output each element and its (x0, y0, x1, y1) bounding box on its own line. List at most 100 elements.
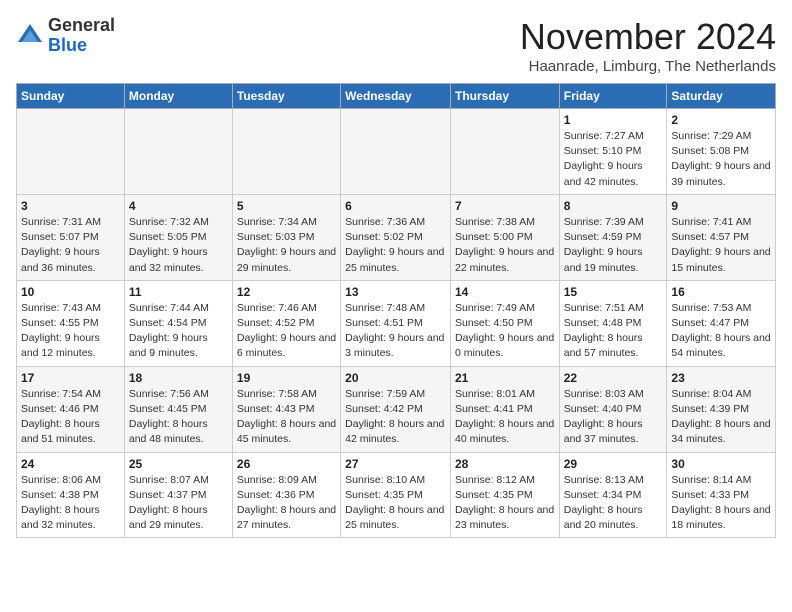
day-info: Sunrise: 7:56 AM Sunset: 4:45 PM Dayligh… (129, 387, 228, 448)
day-info: Sunrise: 7:36 AM Sunset: 5:02 PM Dayligh… (345, 215, 446, 276)
calendar-day-cell: 24 Sunrise: 8:06 AM Sunset: 4:38 PM Dayli… (17, 452, 125, 538)
logo: General Blue (16, 16, 115, 56)
day-number: 13 (345, 285, 446, 299)
day-info: Sunrise: 7:34 AM Sunset: 5:03 PM Dayligh… (237, 215, 336, 276)
day-number: 11 (129, 285, 228, 299)
weekday-header: Wednesday (341, 84, 451, 109)
day-number: 19 (237, 371, 336, 385)
title-block: November 2024 Haanrade, Limburg, The Net… (520, 16, 776, 75)
calendar-day-cell: 25 Sunrise: 8:07 AM Sunset: 4:37 PM Dayli… (124, 452, 232, 538)
day-number: 24 (21, 457, 120, 471)
day-number: 4 (129, 199, 228, 213)
day-info: Sunrise: 7:48 AM Sunset: 4:51 PM Dayligh… (345, 301, 446, 362)
logo-general: General (48, 15, 115, 35)
calendar-day-cell: 12 Sunrise: 7:46 AM Sunset: 4:52 PM Dayli… (232, 280, 340, 366)
calendar-day-cell: 23Sunrise: 8:04 AM Sunset: 4:39 PM Dayli… (667, 366, 776, 452)
header: General Blue November 2024 Haanrade, Lim… (16, 16, 776, 75)
day-info: Sunrise: 7:49 AM Sunset: 4:50 PM Dayligh… (455, 301, 555, 362)
weekday-header: Saturday (667, 84, 776, 109)
day-number: 17 (21, 371, 120, 385)
calendar-week-row: 1 Sunrise: 7:27 AM Sunset: 5:10 PM Daylig… (17, 109, 776, 195)
calendar-day-cell (341, 109, 451, 195)
day-number: 25 (129, 457, 228, 471)
calendar-day-cell: 20 Sunrise: 7:59 AM Sunset: 4:42 PM Dayli… (341, 366, 451, 452)
day-number: 5 (237, 199, 336, 213)
logo-text: General Blue (48, 16, 115, 56)
calendar-week-row: 3 Sunrise: 7:31 AM Sunset: 5:07 PM Daylig… (17, 194, 776, 280)
calendar-table: SundayMondayTuesdayWednesdayThursdayFrid… (16, 83, 776, 538)
weekday-header: Tuesday (232, 84, 340, 109)
day-info: Sunrise: 8:03 AM Sunset: 4:40 PM Dayligh… (564, 387, 663, 448)
calendar-day-cell: 11Sunrise: 7:44 AM Sunset: 4:54 PM Dayli… (124, 280, 232, 366)
day-info: Sunrise: 7:31 AM Sunset: 5:07 PM Dayligh… (21, 215, 120, 276)
day-info: Sunrise: 8:09 AM Sunset: 4:36 PM Dayligh… (237, 473, 336, 534)
calendar-day-cell: 3 Sunrise: 7:31 AM Sunset: 5:07 PM Daylig… (17, 194, 125, 280)
month-title: November 2024 (520, 16, 776, 58)
day-number: 10 (21, 285, 120, 299)
calendar-day-cell: 13 Sunrise: 7:48 AM Sunset: 4:51 PM Dayli… (341, 280, 451, 366)
day-info: Sunrise: 7:27 AM Sunset: 5:10 PM Dayligh… (564, 129, 663, 190)
day-info: Sunrise: 8:14 AM Sunset: 4:33 PM Dayligh… (671, 473, 771, 534)
logo-icon (16, 22, 44, 50)
day-info: Sunrise: 7:58 AM Sunset: 4:43 PM Dayligh… (237, 387, 336, 448)
calendar-day-cell: 27Sunrise: 8:10 AM Sunset: 4:35 PM Dayli… (341, 452, 451, 538)
calendar-day-cell: 1 Sunrise: 7:27 AM Sunset: 5:10 PM Daylig… (559, 109, 667, 195)
day-number: 8 (564, 199, 663, 213)
calendar-day-cell: 15 Sunrise: 7:51 AM Sunset: 4:48 PM Dayli… (559, 280, 667, 366)
day-info: Sunrise: 7:46 AM Sunset: 4:52 PM Dayligh… (237, 301, 336, 362)
weekday-header: Friday (559, 84, 667, 109)
day-number: 9 (671, 199, 771, 213)
calendar-day-cell (17, 109, 125, 195)
calendar-day-cell: 17 Sunrise: 7:54 AM Sunset: 4:46 PM Dayli… (17, 366, 125, 452)
day-number: 15 (564, 285, 663, 299)
calendar-day-cell: 6Sunrise: 7:36 AM Sunset: 5:02 PM Daylig… (341, 194, 451, 280)
calendar-day-cell: 4 Sunrise: 7:32 AM Sunset: 5:05 PM Daylig… (124, 194, 232, 280)
day-info: Sunrise: 7:51 AM Sunset: 4:48 PM Dayligh… (564, 301, 663, 362)
day-info: Sunrise: 7:59 AM Sunset: 4:42 PM Dayligh… (345, 387, 446, 448)
day-number: 2 (671, 113, 771, 127)
calendar-day-cell: 8 Sunrise: 7:39 AM Sunset: 4:59 PM Daylig… (559, 194, 667, 280)
calendar-day-cell: 18 Sunrise: 7:56 AM Sunset: 4:45 PM Dayli… (124, 366, 232, 452)
day-number: 3 (21, 199, 120, 213)
day-info: Sunrise: 7:32 AM Sunset: 5:05 PM Dayligh… (129, 215, 228, 276)
day-number: 18 (129, 371, 228, 385)
day-info: Sunrise: 7:39 AM Sunset: 4:59 PM Dayligh… (564, 215, 663, 276)
day-number: 26 (237, 457, 336, 471)
logo-blue: Blue (48, 35, 87, 55)
calendar-week-row: 24 Sunrise: 8:06 AM Sunset: 4:38 PM Dayli… (17, 452, 776, 538)
day-info: Sunrise: 8:07 AM Sunset: 4:37 PM Dayligh… (129, 473, 228, 534)
calendar-day-cell: 10 Sunrise: 7:43 AM Sunset: 4:55 PM Dayli… (17, 280, 125, 366)
day-number: 16 (671, 285, 771, 299)
day-number: 20 (345, 371, 446, 385)
day-number: 12 (237, 285, 336, 299)
day-number: 21 (455, 371, 555, 385)
day-info: Sunrise: 7:29 AM Sunset: 5:08 PM Dayligh… (671, 129, 771, 190)
day-info: Sunrise: 8:04 AM Sunset: 4:39 PM Dayligh… (671, 387, 771, 448)
weekday-header: Thursday (450, 84, 559, 109)
calendar-day-cell: 7Sunrise: 7:38 AM Sunset: 5:00 PM Daylig… (450, 194, 559, 280)
day-info: Sunrise: 7:54 AM Sunset: 4:46 PM Dayligh… (21, 387, 120, 448)
calendar-day-cell: 28Sunrise: 8:12 AM Sunset: 4:35 PM Dayli… (450, 452, 559, 538)
calendar-day-cell (232, 109, 340, 195)
day-info: Sunrise: 8:06 AM Sunset: 4:38 PM Dayligh… (21, 473, 120, 534)
day-number: 1 (564, 113, 663, 127)
day-info: Sunrise: 7:41 AM Sunset: 4:57 PM Dayligh… (671, 215, 771, 276)
day-number: 29 (564, 457, 663, 471)
day-info: Sunrise: 8:01 AM Sunset: 4:41 PM Dayligh… (455, 387, 555, 448)
day-info: Sunrise: 7:43 AM Sunset: 4:55 PM Dayligh… (21, 301, 120, 362)
calendar-day-cell: 14Sunrise: 7:49 AM Sunset: 4:50 PM Dayli… (450, 280, 559, 366)
day-info: Sunrise: 8:13 AM Sunset: 4:34 PM Dayligh… (564, 473, 663, 534)
day-info: Sunrise: 8:12 AM Sunset: 4:35 PM Dayligh… (455, 473, 555, 534)
day-info: Sunrise: 7:38 AM Sunset: 5:00 PM Dayligh… (455, 215, 555, 276)
day-info: Sunrise: 8:10 AM Sunset: 4:35 PM Dayligh… (345, 473, 446, 534)
weekday-header: Monday (124, 84, 232, 109)
calendar-week-row: 10 Sunrise: 7:43 AM Sunset: 4:55 PM Dayli… (17, 280, 776, 366)
calendar-week-row: 17 Sunrise: 7:54 AM Sunset: 4:46 PM Dayli… (17, 366, 776, 452)
calendar-day-cell: 19 Sunrise: 7:58 AM Sunset: 4:43 PM Dayli… (232, 366, 340, 452)
calendar-day-cell: 29 Sunrise: 8:13 AM Sunset: 4:34 PM Dayli… (559, 452, 667, 538)
calendar-day-cell: 26 Sunrise: 8:09 AM Sunset: 4:36 PM Dayli… (232, 452, 340, 538)
calendar-day-cell: 9 Sunrise: 7:41 AM Sunset: 4:57 PM Daylig… (667, 194, 776, 280)
calendar-day-cell: 30Sunrise: 8:14 AM Sunset: 4:33 PM Dayli… (667, 452, 776, 538)
calendar-day-cell: 2 Sunrise: 7:29 AM Sunset: 5:08 PM Daylig… (667, 109, 776, 195)
location-subtitle: Haanrade, Limburg, The Netherlands (520, 58, 776, 75)
